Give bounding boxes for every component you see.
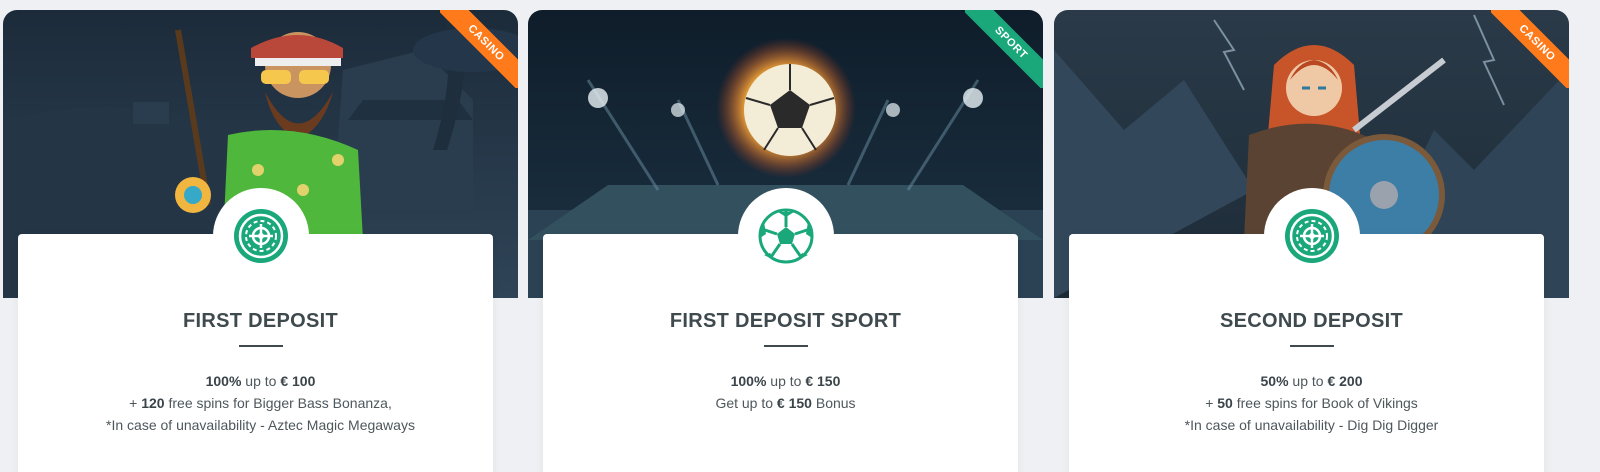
- promo-description: 50% up to € 200 + 50 free spins for Book…: [1054, 370, 1569, 436]
- unavailability-note: *In case of unavailability - Aztec Magic…: [106, 417, 415, 433]
- promo-card-first-deposit-sport[interactable]: SPORT FIRST DEPOSIT SPORT 100% up to € 1…: [528, 10, 1043, 472]
- tag-label: SPORT: [965, 10, 1043, 88]
- casino-tag: CASINO: [1491, 10, 1569, 88]
- unavailability-note: *In case of unavailability - Dig Dig Dig…: [1184, 417, 1439, 433]
- promo-card-first-deposit[interactable]: CASINO FIRST DEPOSIT 100% up to € 100 + …: [3, 10, 518, 472]
- tag-label: CASINO: [1491, 10, 1569, 88]
- bonus-line: 100% up to € 100: [205, 373, 316, 389]
- promo-description: 100% up to € 100 + 120 free spins for Bi…: [3, 370, 518, 436]
- promo-title: FIRST DEPOSIT: [182, 310, 339, 332]
- soccer-ball-icon: [758, 208, 813, 264]
- roulette-icon: [233, 209, 288, 263]
- promo-title: FIRST DEPOSIT SPORT: [669, 310, 902, 332]
- roulette-icon: [1284, 209, 1339, 263]
- title-divider: [238, 345, 283, 347]
- tag-label: CASINO: [440, 10, 518, 88]
- promo-description: 100% up to € 150 Get up to € 150 Bonus: [528, 370, 1043, 414]
- title-divider: [763, 345, 808, 347]
- sport-tag: SPORT: [965, 10, 1043, 88]
- casino-tag: CASINO: [440, 10, 518, 88]
- badge-circle: [212, 188, 309, 284]
- promo-card-second-deposit[interactable]: CASINO SECOND DEPOSIT 50% up to € 200 + …: [1054, 10, 1569, 472]
- badge-circle: [737, 188, 834, 284]
- bonus-line: 50% up to € 200: [1260, 373, 1363, 389]
- title-divider: [1289, 345, 1334, 347]
- bonus-line: 100% up to € 150: [730, 373, 841, 389]
- promo-title: SECOND DEPOSIT: [1219, 310, 1404, 332]
- free-spins-line: + 50 free spins for Book of Vikings: [1205, 395, 1418, 411]
- bonus-sub-line: Get up to € 150 Bonus: [715, 395, 856, 411]
- free-spins-line: + 120 free spins for Bigger Bass Bonanza…: [129, 395, 392, 411]
- badge-circle: [1263, 188, 1360, 284]
